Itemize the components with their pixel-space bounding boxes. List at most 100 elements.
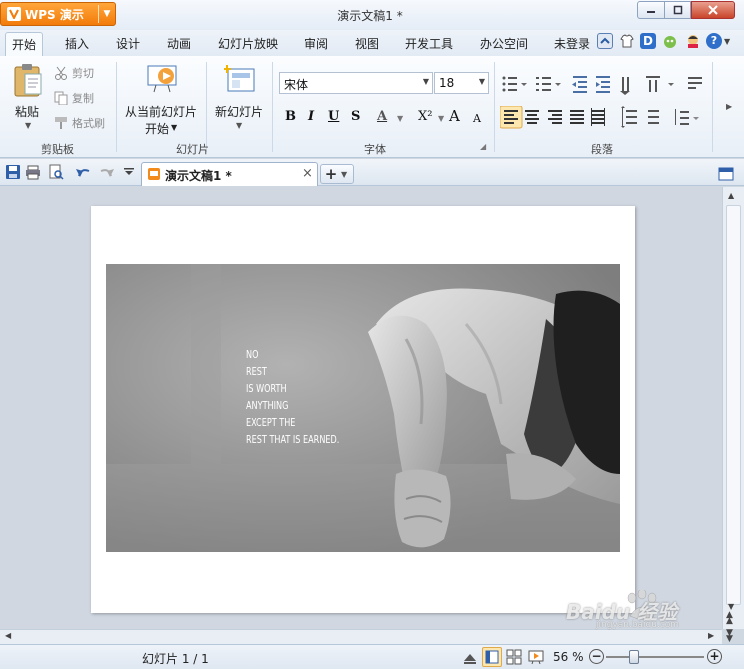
copy-button[interactable]: 复制 — [54, 90, 94, 106]
scroll-left-icon[interactable]: ◀ — [5, 631, 11, 640]
font-name-select[interactable]: 宋体 ▼ — [279, 72, 433, 94]
new-slide-button[interactable]: 新幻灯片 — [215, 103, 263, 120]
chevron-down-icon[interactable]: ▼ — [438, 114, 444, 123]
tab-insert[interactable]: 插入 — [65, 35, 89, 52]
cut-button[interactable]: 剪切 — [54, 65, 94, 81]
superscript-button[interactable]: X² — [418, 109, 432, 124]
slide-quote-text: NO REST IS WORTH ANYTHING EXCEPT THE RES… — [246, 346, 339, 448]
play-from-current-icon[interactable] — [146, 64, 178, 94]
zoom-out-icon[interactable]: − — [589, 649, 604, 664]
chevron-down-icon[interactable]: ▼ — [397, 114, 403, 123]
quote-line: ANYTHING — [246, 399, 289, 412]
slideshow-view-icon[interactable] — [528, 649, 544, 665]
chevron-down-icon[interactable]: ▼ — [99, 9, 115, 19]
wps-logo-icon — [7, 7, 21, 21]
tab-office-space[interactable]: 办公空间 — [480, 35, 528, 52]
align-text-icon — [646, 76, 660, 92]
notes-toggle-icon[interactable] — [462, 649, 478, 665]
zoom-in-icon[interactable]: + — [707, 649, 722, 664]
zoom-slider-track[interactable] — [606, 656, 704, 658]
tab-view[interactable]: 视图 — [355, 35, 379, 52]
play-from-current-button[interactable]: 从当前幻灯片 — [125, 103, 197, 120]
minimize-button[interactable] — [637, 1, 665, 19]
paragraph-spacing-icon — [648, 110, 659, 124]
shadow-button[interactable]: S — [351, 109, 360, 124]
align-center-icon — [525, 110, 539, 124]
tab-slideshow[interactable]: 幻灯片放映 — [218, 35, 278, 52]
font-color-button[interactable]: A — [377, 109, 387, 124]
scroll-thumb[interactable] — [726, 205, 741, 605]
close-tab-button[interactable]: × — [302, 166, 313, 181]
save-icon — [6, 165, 20, 179]
paste-icon[interactable] — [12, 62, 44, 98]
bold-button[interactable]: B — [285, 109, 296, 124]
align-left-selected — [500, 106, 523, 129]
increase-indent-icon — [596, 76, 610, 93]
vertical-scrollbar[interactable]: ▲ ▼ ▲ ▲ — [722, 187, 744, 629]
font-group-label: 字体 — [364, 143, 386, 156]
quote-line: REST — [246, 365, 267, 378]
numbered-list-icon — [536, 77, 551, 91]
window-layout-icon[interactable] — [718, 167, 734, 181]
slides-group-label: 幻灯片 — [176, 143, 209, 156]
zoom-slider-thumb[interactable] — [629, 650, 639, 664]
ribbon: 粘贴 ▼ 剪切 复制 格式刷 剪贴板 从当前幻灯片 开始 ▼ 新幻灯片 ▼ 幻灯片… — [0, 56, 744, 158]
chevron-down-icon[interactable]: ▼ — [25, 121, 31, 130]
next-slide-icon[interactable]: ▼ ▼ — [726, 629, 733, 644]
window-title: 演示文稿1 * — [337, 9, 403, 23]
document-tab-label: 演示文稿1 * — [165, 169, 232, 183]
previous-slide-icon[interactable]: ▲ ▲ — [726, 611, 733, 626]
restore-button[interactable] — [665, 1, 691, 19]
scroll-up-icon[interactable]: ▲ — [728, 191, 734, 200]
underline-button[interactable]: U — [328, 109, 339, 124]
baidu-watermark: Baidu 经验 jingyan.baidu.com — [566, 590, 716, 630]
tab-developer[interactable]: 开发工具 — [405, 35, 453, 52]
horizontal-scrollbar[interactable]: ◀ ▶ — [0, 629, 722, 644]
help-icon[interactable]: ? — [706, 33, 722, 49]
italic-button[interactable]: I — [308, 109, 314, 124]
community-icon[interactable] — [684, 33, 700, 49]
new-slide-icon[interactable] — [224, 64, 256, 94]
scroll-right-icon[interactable]: ▶ — [708, 631, 714, 640]
quote-line: EXCEPT THE — [246, 416, 296, 429]
restore-icon — [673, 5, 682, 15]
skin-shirt-icon[interactable] — [619, 33, 635, 49]
slide-picture[interactable]: NO REST IS WORTH ANYTHING EXCEPT THE RES… — [106, 264, 620, 552]
new-tab-button[interactable]: + ▼ — [320, 164, 354, 184]
chevron-down-icon[interactable]: ▼ — [341, 170, 347, 179]
login-link[interactable]: 未登录 — [554, 35, 590, 52]
play-from-current-dropdown[interactable]: 开始 ▼ — [145, 120, 177, 137]
chevron-down-icon[interactable]: ▼ — [236, 121, 242, 130]
tab-animation[interactable]: 动画 — [167, 35, 191, 52]
close-window-button[interactable] — [691, 1, 735, 19]
font-dialog-launcher-icon[interactable]: ◢ — [480, 142, 486, 151]
shrink-font-button[interactable]: A — [473, 112, 481, 125]
mascot-icon[interactable] — [661, 33, 677, 49]
paste-button[interactable]: 粘贴 — [15, 103, 39, 120]
spacing-options-icon — [675, 109, 689, 125]
close-icon — [708, 5, 718, 15]
tab-review[interactable]: 审阅 — [304, 35, 328, 52]
tab-home[interactable]: 开始 — [5, 32, 44, 56]
normal-view-button[interactable] — [482, 647, 502, 667]
distribute-icon — [591, 108, 605, 126]
font-size-select[interactable]: 18 ▼ — [434, 72, 489, 94]
quote-line: REST THAT IS EARNED. — [246, 433, 340, 446]
normal-view-icon — [485, 650, 499, 664]
collapse-ribbon-icon[interactable] — [597, 33, 613, 49]
ribbon-scroll-right-icon[interactable]: ▶ — [726, 102, 732, 111]
copy-icon — [54, 91, 68, 105]
man-pushup-image — [106, 264, 620, 552]
tab-design[interactable]: 设计 — [116, 35, 140, 52]
format-painter-button[interactable]: 格式刷 — [54, 115, 105, 131]
grow-font-button[interactable]: A — [449, 107, 460, 125]
line-break-icon — [688, 77, 702, 89]
paragraph-top-row — [502, 76, 702, 95]
d-icon[interactable]: D — [640, 33, 656, 49]
wps-app-menu-button[interactable]: WPS 演示 ▼ — [0, 2, 116, 26]
document-tab[interactable]: 演示文稿1 * × — [141, 162, 318, 186]
slide-sorter-icon[interactable] — [506, 649, 522, 665]
print-preview-icon — [49, 164, 64, 180]
chevron-down-icon[interactable]: ▼ — [724, 37, 730, 46]
paragraph-bottom-row — [500, 106, 699, 129]
